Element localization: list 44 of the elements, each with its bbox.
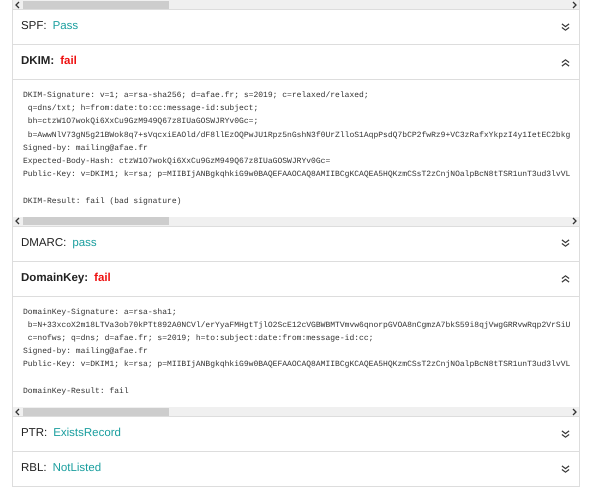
- code-line: c=nofws; q=dns; d=afae.fr; s=2019; h=to:subject:date:from:message-id:cc;: [26, 333, 374, 346]
- horizontal-scrollbar[interactable]: [13, 216, 579, 227]
- code-line: bh=ctzW1O7wokQi6XxCu9GzM949Q67z8IUaGOSWJRYv0Gc=;: [26, 116, 260, 128]
- result-status: fail: [60, 54, 77, 70]
- section-header[interactable]: RBL: NotListed: [13, 452, 579, 487]
- expand-chevron-icon[interactable]: [561, 430, 570, 438]
- collapse-chevron-icon[interactable]: [561, 58, 570, 66]
- code-line: Public-Key: v=DKIM1; k=rsa; p=MIIBIjANBgkqhkiG9w0BAQEFAAOCAQ8AMIIBCgKCAQEA5HQKzmCSsT2zCnjNOalpBcN8tTSR1unT3ud3lvVL: [23, 169, 572, 182]
- scrollbar-thumb[interactable]: [23, 408, 169, 416]
- horizontal-scrollbar[interactable]: [13, 407, 579, 417]
- scrollbar-thumb[interactable]: [23, 0, 169, 8]
- result-status: NotListed: [52, 461, 102, 476]
- expand-chevron-icon[interactable]: [561, 239, 570, 248]
- section-label: DMARC:: [21, 236, 66, 252]
- result-line: DomainKey-Result: fail: [23, 386, 130, 398]
- section-label: PTR:: [21, 426, 48, 442]
- result-status: pass: [72, 236, 97, 252]
- code-line: Signed-by: mailing@afae.fr: [23, 346, 149, 358]
- code-line: DKIM-Signature: v=1; a=rsa-sha256; d=afae.fr; s=2019; c=relaxed/relaxed;: [23, 90, 370, 102]
- result-status: ExistsRecord: [53, 426, 121, 442]
- section-label: DKIM:: [21, 54, 54, 70]
- code-line: DomainKey-Signature: a=rsa-sha1;: [23, 306, 178, 319]
- code-line: q=dns/txt; h=from:date:to:cc:message-id:subject;: [26, 103, 260, 116]
- code-line: Signed-by: mailing@afae.fr: [23, 142, 149, 155]
- section-label: RBL:: [21, 461, 47, 476]
- code-line: b=AwwNlV73gN5g21BWok8q7+sVqcxiEAOld/dF8llEzOQPwJU1Rpz5nGshN3f0UrZlloS1AqpPsdQ7bCP2fwRz9+VC3zRafxYkpzI4y1IetEC2bkg: [26, 130, 572, 142]
- section-header[interactable]: DKIM: fail: [13, 45, 579, 80]
- scrollbar-thumb[interactable]: [23, 217, 169, 226]
- code-line: b=N+33xcoX2m18LTVa3ob70kPTt892A0NCVl/erYyaFMHgtTjlO2ScE12cVGBWBMTVmvw6qnorpGVOA8nCgmzA7bkS59i8qjVwgGRRvwRqp2VrSiU: [26, 320, 572, 332]
- section-header[interactable]: DomainKey: fail: [13, 262, 579, 297]
- expand-chevron-icon[interactable]: [561, 22, 570, 32]
- code-line: Public-Key: v=DKIM1; k=rsa; p=MIIBIjANBgkqhkiG9w0BAQEFAAOCAQ8AMIIBCgKCAQEA5HQKzmCSsT2zCnjNOalpBcN8tTSR1unT3ud3lvVL: [23, 359, 572, 372]
- section-header[interactable]: SPF: Pass: [13, 10, 579, 45]
- section-label: SPF:: [21, 19, 47, 34]
- code-line: Expected-Body-Hash: ctzW1O7wokQi6XxCu9GzM949Q67z8IUaGOSWJRYv0Gc=: [23, 156, 332, 168]
- collapse-chevron-icon[interactable]: [561, 274, 570, 284]
- result-status: Pass: [52, 19, 78, 34]
- section-header[interactable]: PTR: ExistsRecord: [13, 417, 579, 452]
- result-status: fail: [94, 271, 111, 286]
- result-line: DKIM-Result: fail (bad signature): [23, 196, 182, 208]
- section-header[interactable]: DMARC: pass: [13, 226, 579, 262]
- expand-chevron-icon[interactable]: [561, 464, 570, 474]
- section-label: DomainKey:: [21, 271, 88, 286]
- horizontal-scrollbar[interactable]: [13, 0, 579, 10]
